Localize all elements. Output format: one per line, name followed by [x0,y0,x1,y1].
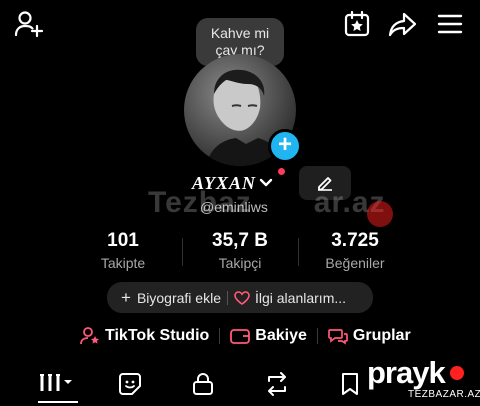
tiktok-studio-label: TikTok Studio [105,327,210,344]
stat-following[interactable]: 101 Takipte [73,230,173,271]
menu-icon[interactable] [437,13,463,35]
stat-followers-label: Takipçi [218,255,262,271]
stat-likes-value: 3.725 [331,230,379,251]
repost-icon[interactable] [264,372,290,396]
sticker-icon[interactable] [118,372,142,396]
balance-label: Bakiye [255,327,307,344]
studio-icon [80,327,99,345]
watermark-brand-dot [450,366,464,380]
plus-icon: + [121,287,131,307]
link-divider [316,328,318,344]
stat-followers[interactable]: 35,7 B Takipçi [190,230,290,271]
watermark-site: TEZBAZAR.AZ [408,389,480,400]
lock-icon[interactable] [192,372,214,396]
groups-label: Gruplar [352,327,411,344]
add-photo-button[interactable]: + [268,129,302,163]
grid-icon[interactable] [38,372,76,394]
stat-likes-label: Beğeniler [325,255,385,271]
balance-link[interactable]: Bakiye [230,327,307,345]
heart-icon [234,290,250,305]
stat-divider [182,238,183,266]
wallet-icon [230,329,251,344]
profile-links: TikTok Studio Bakiye Gruplar [80,326,411,346]
add-bio-button[interactable]: + Biyografi ekle [107,288,221,308]
stat-following-label: Takipte [100,255,146,271]
note-text-line-1: Kahve mi [210,25,270,41]
watermark-brand: prayk [367,355,446,390]
interests-label: İlgi alanlarım... [254,289,347,306]
groups-link[interactable]: Gruplar [328,327,411,345]
add-bio-label: Biyografi ekle [136,289,221,306]
notification-dot [278,168,285,175]
stat-followers-value: 35,7 B [212,230,268,251]
stat-divider [298,238,299,266]
tiktok-studio-link[interactable]: TikTok Studio [80,326,209,346]
stat-likes[interactable]: 3.725 Beğeniler [305,230,405,271]
active-tab-indicator [38,401,78,403]
interests-button[interactable]: İlgi alanlarım... [234,290,346,306]
plus-icon: + [277,131,292,158]
calendar-star-icon[interactable] [343,10,371,38]
bio-divider [226,290,228,305]
bookmark-icon[interactable] [340,372,360,396]
watermark-center-dot [367,201,393,227]
share-icon[interactable] [388,12,418,38]
stat-following-value: 101 [107,230,139,251]
chat-groups-icon [328,329,348,345]
bio-pill: + Biyografi ekle İlgi alanlarım... [107,282,373,313]
add-friend-icon[interactable] [14,10,44,38]
watermark-center: Tezbaz ar.az [148,186,386,219]
link-divider [219,328,221,344]
